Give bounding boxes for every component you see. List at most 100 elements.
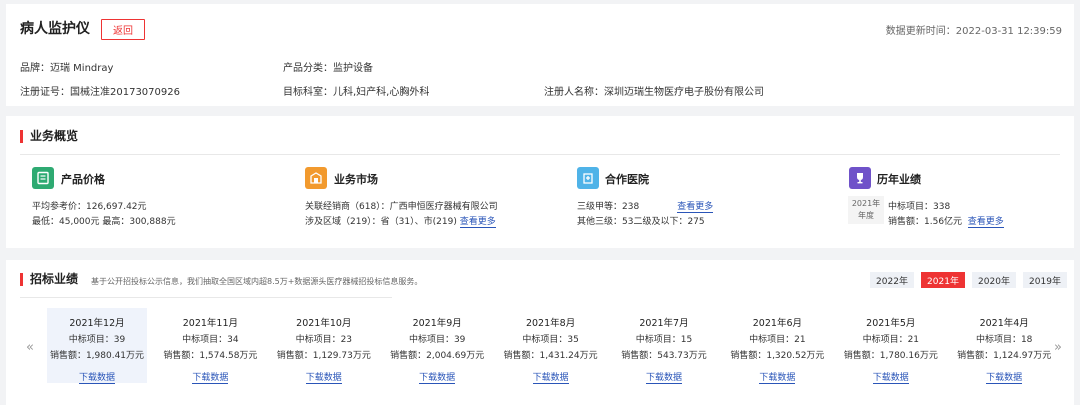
month-projects: 中标项目：35 <box>522 335 579 345</box>
month-label: 2021年6月 <box>752 318 802 329</box>
download-data-label[interactable]: 下载数据 <box>759 373 796 384</box>
month-projects: 中标项目：21 <box>749 335 806 345</box>
month-projects: 中标项目：23 <box>295 335 353 345</box>
history-more-link[interactable]: 查看更多 <box>967 217 1004 228</box>
month-projects: 中标项目：15 <box>635 335 693 345</box>
registration-number: 注册证号：国械注准20173070926 <box>20 87 180 98</box>
download-data-link[interactable]: 下载数据 <box>954 370 1054 384</box>
registrant-name: 注册人名称：深圳迈瑞生物医疗电子股份有限公司 <box>544 87 764 98</box>
month-item[interactable]: 2021年7月 中标项目：15 销售额：543.73万元 下载数据 <box>614 308 714 394</box>
year-tab-2021[interactable]: 2021年 <box>921 272 965 288</box>
month-item[interactable]: 2021年12月 中标项目：39 销售额：1,980.41万元 下载数据 <box>47 308 147 384</box>
download-data-label[interactable]: 下载数据 <box>78 373 115 384</box>
month-sales: 销售额：1,780.16万元 <box>843 351 938 361</box>
download-data-link[interactable]: 下载数据 <box>387 370 487 384</box>
history-projects: 中标项目：338 <box>888 202 951 212</box>
download-data-label[interactable]: 下载数据 <box>986 373 1023 384</box>
year-tab-2020[interactable]: 2020年 <box>972 272 1016 288</box>
month-projects: 中标项目：39 <box>408 335 466 345</box>
hospital-building-icon <box>577 167 599 189</box>
month-projects: 中标项目：39 <box>68 335 126 345</box>
month-item[interactable]: 2021年6月 中标项目：21 销售额：1,320.52万元 下载数据 <box>727 308 827 394</box>
month-label: 2021年10月 <box>296 318 352 329</box>
price-title: 产品价格 <box>61 173 105 186</box>
hospital-title: 合作医院 <box>605 173 649 186</box>
other-hospitals: 其他三级：53二级及以下：275 <box>577 217 705 227</box>
month-item[interactable]: 2021年5月 中标项目：21 销售额：1,780.16万元 下载数据 <box>841 308 941 394</box>
month-item[interactable]: 2021年4月 中标项目：18 销售额：1,124.97万元 下载数据 <box>954 308 1054 394</box>
download-data-link[interactable]: 下载数据 <box>274 370 374 384</box>
update-time-label: 数据更新时间： <box>885 26 956 37</box>
month-item[interactable]: 2021年11月 中标项目：34 销售额：1,574.58万元 下载数据 <box>160 308 260 394</box>
trophy-icon <box>849 167 871 189</box>
target-departments: 目标科室：儿科,妇产科,心胸外科 <box>283 87 430 98</box>
history-title: 历年业绩 <box>877 173 921 186</box>
month-sales: 销售额：543.73万元 <box>621 351 707 361</box>
download-data-label[interactable]: 下载数据 <box>872 373 909 384</box>
average-price: 平均参考价：126,697.42元 <box>32 202 147 212</box>
year-badge-bottom: 年度 <box>858 211 874 220</box>
category-info: 产品分类：监护设备 <box>283 63 373 74</box>
month-projects: 中标项目：18 <box>975 335 1033 345</box>
update-time: 数据更新时间：2022-03-31 12:39:59 <box>886 22 1062 37</box>
month-label: 2021年8月 <box>525 318 576 329</box>
month-item[interactable]: 2021年10月 中标项目：23 销售额：1,129.73万元 下载数据 <box>274 308 374 394</box>
download-data-link[interactable]: 下载数据 <box>501 370 601 384</box>
page-title: 病人监护仪 <box>20 21 90 37</box>
year-tab-2022[interactable]: 2022年 <box>870 272 914 288</box>
month-label: 2021年4月 <box>979 318 1029 329</box>
tier3a-text: 三级甲等：238 <box>577 202 640 212</box>
business-overview-card: 业务概览 产品价格 平均参考价：126,697.42元 最低：45,000元 最… <box>6 116 1074 248</box>
market-title: 业务市场 <box>334 173 378 186</box>
download-data-link[interactable]: 下载数据 <box>614 370 714 384</box>
download-data-label[interactable]: 下载数据 <box>645 373 682 384</box>
download-data-label[interactable]: 下载数据 <box>532 373 569 384</box>
market-more-link[interactable]: 查看更多 <box>459 217 496 228</box>
tender-performance-card: 招标业绩 基于公开招投标公示信息，我们抽取全国区域内超8.5万+数据源头医疗器械… <box>6 260 1074 405</box>
month-label: 2021年7月 <box>639 318 689 329</box>
month-sales: 销售额：1,574.58万元 <box>163 351 258 361</box>
month-item[interactable]: 2021年9月 中标项目：39 销售额：2,004.69万元 下载数据 <box>387 308 487 394</box>
download-data-link[interactable]: 下载数据 <box>727 370 827 384</box>
month-sales: 销售额：1,124.97万元 <box>957 351 1052 361</box>
back-button[interactable]: 返回 <box>101 19 145 40</box>
update-time-value: 2022-03-31 12:39:59 <box>955 26 1062 37</box>
price-range: 最低：45,000元 最高：300,888元 <box>32 217 176 227</box>
brand-info: 品牌：迈瑞 Mindray <box>20 63 114 74</box>
price-list-icon <box>32 167 54 189</box>
year-badge-top: 2021年 <box>851 199 881 208</box>
month-projects: 中标项目：34 <box>182 335 239 345</box>
overview-divider <box>20 154 1060 155</box>
download-data-label[interactable]: 下载数据 <box>305 373 342 384</box>
tender-note: 基于公开招投标公示信息，我们抽取全国区域内超8.5万+数据源头医疗器械招投标信息… <box>91 277 423 286</box>
related-distributor: 关联经销商（618）：广西申恒医疗器械有限公司 <box>305 202 498 212</box>
download-data-label[interactable]: 下载数据 <box>419 373 456 384</box>
download-data-link[interactable]: 下载数据 <box>841 370 941 384</box>
month-label: 2021年12月 <box>69 318 125 329</box>
month-label: 2021年5月 <box>866 318 916 329</box>
prev-months-arrow[interactable]: « <box>26 340 34 355</box>
overview-section-title: 业务概览 <box>20 130 78 143</box>
covered-regions: 涉及区域（219）：省（31）、市(219) 查看更多 <box>305 214 496 228</box>
year-tab-2019[interactable]: 2019年 <box>1023 272 1067 288</box>
month-sales: 销售额：2,004.69万元 <box>390 351 485 361</box>
month-label: 2021年11月 <box>182 318 239 329</box>
month-sales: 销售额：1,320.52万元 <box>730 351 825 361</box>
tender-divider <box>20 297 392 298</box>
month-label: 2021年9月 <box>412 318 462 329</box>
download-data-label[interactable]: 下载数据 <box>192 373 229 384</box>
month-sales: 销售额：1,980.41万元 <box>49 351 145 361</box>
year-badge: 2021年年度 <box>848 196 884 224</box>
history-sales-text: 销售额：1.56亿元 <box>888 217 963 227</box>
month-projects: 中标项目：21 <box>862 335 920 345</box>
covered-regions-text: 涉及区域（219）：省（31）、市(219) <box>305 217 457 227</box>
download-data-link[interactable]: 下载数据 <box>160 370 260 384</box>
history-sales: 销售额：1.56亿元 查看更多 <box>888 214 1004 228</box>
product-header-card: 病人监护仪 返回 数据更新时间：2022-03-31 12:39:59 品牌：迈… <box>6 4 1074 106</box>
month-sales: 销售额：1,129.73万元 <box>276 351 371 361</box>
month-item[interactable]: 2021年8月 中标项目：35 销售额：1,431.24万元 下载数据 <box>501 308 601 394</box>
tender-section-title: 招标业绩 <box>20 273 78 286</box>
month-sales: 销售额：1,431.24万元 <box>503 351 598 361</box>
download-data-link[interactable]: 下载数据 <box>47 370 147 384</box>
hospital-more-link[interactable]: 查看更多 <box>677 202 714 213</box>
